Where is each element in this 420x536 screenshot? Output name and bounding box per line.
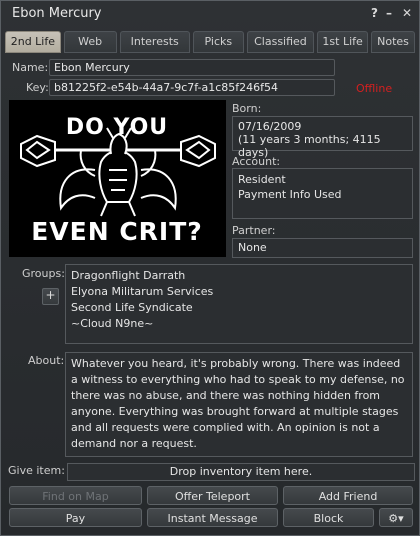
partner-value: None bbox=[238, 241, 267, 254]
partner-box: None bbox=[232, 238, 413, 258]
find-on-map-button[interactable]: Find on Map bbox=[9, 486, 142, 505]
partner-label: Partner: bbox=[232, 224, 276, 237]
gear-icon[interactable]: ⚙▾ bbox=[379, 508, 413, 527]
groups-label: Groups: bbox=[22, 267, 65, 280]
add-group-button[interactable]: + bbox=[42, 288, 59, 305]
tab-1st-life[interactable]: 1st Life bbox=[317, 31, 369, 53]
born-label: Born: bbox=[232, 102, 262, 115]
tab-2nd-life[interactable]: 2nd Life bbox=[5, 31, 61, 53]
group-item[interactable]: Second Life Syndicate bbox=[71, 300, 407, 316]
group-item[interactable]: Elyona Militarum Services bbox=[71, 284, 407, 300]
about-text[interactable]: Whatever you heard, it's probably wrong.… bbox=[65, 352, 413, 457]
window-title: Ebon Mercury bbox=[12, 6, 102, 21]
born-date: 07/16/2009 bbox=[238, 120, 302, 133]
close-icon[interactable]: ✕ bbox=[402, 6, 412, 20]
profile-image: DO YOU EVEN CRIT? bbox=[9, 100, 226, 257]
account-box: Resident Payment Info Used bbox=[232, 168, 413, 219]
group-item[interactable]: Dragonflight Darrath bbox=[71, 268, 407, 284]
help-icon[interactable]: ? bbox=[371, 6, 378, 20]
born-box: 07/16/2009 (11 years 3 months; 4115 days… bbox=[232, 116, 413, 159]
tab-bar: 2nd Life Web Interests Picks Classified … bbox=[5, 31, 416, 53]
minimize-icon[interactable]: – bbox=[386, 6, 392, 20]
title-bar[interactable]: Ebon Mercury ? – ✕ bbox=[1, 1, 419, 29]
give-item-label: Give item: bbox=[8, 464, 65, 477]
tab-classified[interactable]: Classified bbox=[246, 31, 315, 53]
account-label: Account: bbox=[232, 155, 281, 168]
add-friend-button[interactable]: Add Friend bbox=[283, 486, 413, 505]
image-text-bottom: EVEN CRIT? bbox=[31, 217, 203, 246]
profile-window: Ebon Mercury ? – ✕ 2nd Life Web Interest… bbox=[0, 0, 420, 536]
group-item[interactable]: ~Cloud N9ne~ bbox=[71, 316, 407, 332]
tab-picks[interactable]: Picks bbox=[192, 31, 244, 53]
tab-web[interactable]: Web bbox=[63, 31, 117, 53]
instant-message-button[interactable]: Instant Message bbox=[147, 508, 278, 527]
dragon-illustration bbox=[20, 127, 216, 217]
key-field[interactable]: b81225f2-e54b-44a7-9c7f-a1c85f246f54 bbox=[49, 79, 335, 96]
name-field: Ebon Mercury bbox=[49, 59, 335, 76]
account-type: Resident bbox=[238, 173, 286, 186]
offer-teleport-button[interactable]: Offer Teleport bbox=[147, 486, 278, 505]
tab-interests[interactable]: Interests bbox=[119, 31, 190, 53]
about-label: About: bbox=[28, 354, 65, 367]
online-status: Offline bbox=[356, 82, 393, 95]
name-label: Name: bbox=[12, 61, 49, 74]
key-label: Key: bbox=[26, 81, 49, 94]
groups-list[interactable]: Dragonflight Darrath Elyona Militarum Se… bbox=[65, 264, 413, 344]
block-button[interactable]: Block bbox=[283, 508, 374, 527]
tab-notes[interactable]: Notes bbox=[371, 31, 416, 53]
account-payment: Payment Info Used bbox=[238, 188, 342, 201]
drop-inventory-target[interactable]: Drop inventory item here. bbox=[67, 463, 415, 481]
pay-button[interactable]: Pay bbox=[9, 508, 142, 527]
